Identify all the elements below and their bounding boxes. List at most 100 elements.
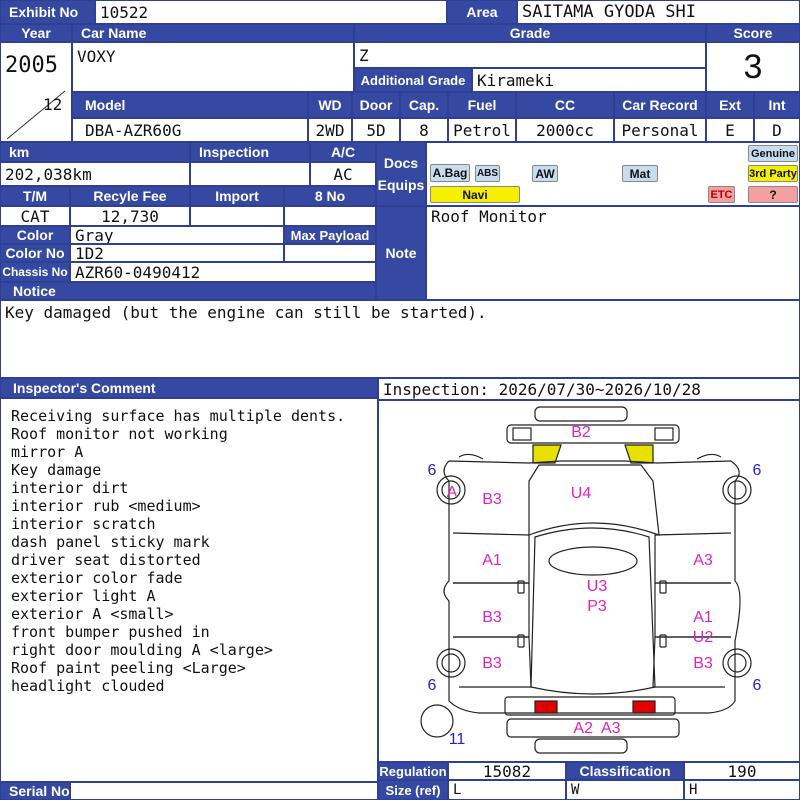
abag-tag: A.Bag [430,164,470,182]
regulation-label: Regulation [378,762,448,780]
comment-line: driver seat distorted [11,551,201,569]
docs-label: Docs [383,155,419,171]
exhibit-no-label: Exhibit No [0,0,95,24]
navi-tag: Navi [430,186,520,203]
tm-value: CAT [0,206,70,226]
grade-label: Grade [354,24,706,42]
ac-label: A/C [310,142,376,162]
spare-tire-tread: 11 [448,731,466,748]
eight-no-value [284,206,376,226]
year-box: 2005 12 [0,42,72,142]
color-value: Gray [70,226,284,244]
chassis-no-label: Chassis No [0,262,70,282]
damage-u2: U2 [692,629,714,646]
damage-b3-quarter-left: B3 [482,655,502,672]
door-label: Door [352,92,400,118]
month-value: 12 [43,95,63,114]
docs-equips-label: Docs Equips [376,142,426,206]
damage-b3-rear-left: B3 [482,609,502,626]
damage-a2-a3: A2 A3 [573,720,621,737]
comment-line: interior scratch [11,515,156,533]
car-name-label: Car Name [72,24,354,42]
area-value: SAITAMA GYODA SHI [517,0,800,24]
area-label: Area [447,0,517,24]
comment-line: exterior light A [11,587,156,605]
tire-tread-front-right: 6 [752,462,762,479]
comment-line: Roof monitor not working [11,425,228,443]
cap-value: 8 [400,118,448,142]
damage-mirror-a: A [446,484,458,501]
recycle-fee-value: 12,730 [70,206,190,226]
damage-p3: P3 [587,598,607,615]
size-label: Size (ref) [378,780,448,800]
tire-tread-rear-left: 6 [427,677,437,694]
damage-u3: U3 [586,578,608,595]
score-value: 3 [706,42,800,92]
color-no-value: 1D2 [70,244,284,262]
additional-grade-value: Kirameki [472,68,706,92]
inspection-period: Inspection: 2026/07/30~2026/10/28 [378,378,800,400]
door-value: 5D [352,118,400,142]
damage-diagram: B2 U4 B3 A A1 A3 U3 P3 B3 A1 U2 B3 B3 A2… [378,400,800,762]
regulation-value: 15082 [448,762,566,780]
import-label: Import [190,186,284,206]
damage-b3-front-left: B3 [482,491,502,508]
score-label: Score [706,24,800,42]
eight-no-label: 8 No [284,186,376,206]
comment-line: Key damage [11,461,102,479]
additional-grade-label: Additional Grade [354,68,472,92]
comment-line: headlight clouded [11,677,165,695]
import-value [190,206,284,226]
damage-a1-right: A1 [693,609,713,626]
tire-tread-rear-right: 6 [752,677,762,694]
comment-line: Receiving surface has multiple dents. [11,407,346,425]
cap-label: Cap. [400,92,448,118]
car-record-label: Car Record [614,92,706,118]
km-label: km [0,142,190,162]
ac-value: AC [310,162,376,186]
ext-value: E [706,118,754,142]
grade-value: Z [354,42,706,68]
comment-line: exterior A <small> [11,605,174,623]
color-label: Color [0,226,70,244]
car-record-value: Personal [614,118,706,142]
ext-label: Ext [706,92,754,118]
aw-tag: AW [532,165,558,182]
car-name-value: VOXY [72,42,354,92]
notice-label: Notice [0,282,376,300]
fuel-label: Fuel [448,92,516,118]
size-w: W [566,780,684,800]
damage-a1-left: A1 [482,552,502,569]
abs-tag: ABS [475,165,500,182]
question-tag: ? [748,186,798,203]
int-label: Int [754,92,800,118]
comment-line: right door moulding A <large> [11,641,273,659]
serial-no-value [70,782,378,800]
inspection-label: Inspection [190,142,310,162]
note-value: Roof Monitor [426,206,800,300]
color-no-label: Color No [0,244,70,262]
model-label: Model [72,92,308,118]
year-label: Year [0,24,72,42]
mat-tag: Mat [622,165,658,182]
damage-b2: B2 [571,424,591,441]
max-payload-label: Max Payload [284,226,376,244]
comment-line: exterior color fade [11,569,183,587]
year-value: 2005 [5,53,58,78]
comment-line: dash panel sticky mark [11,533,210,551]
comment-line: interior dirt [11,479,129,497]
third-party-tag: 3rd Party [748,165,798,182]
wd-value: 2WD [308,118,352,142]
genuine-tag: Genuine [748,145,798,162]
cc-value: 2000cc [516,118,614,142]
recycle-fee-label: Recyle Fee [70,186,190,206]
km-value: 202,038km [0,162,190,186]
exhibit-no-value: 10522 [95,0,447,24]
comment-line: front bumper pushed in [11,623,210,641]
size-l: L [448,780,566,800]
equips-label: Equips [377,177,425,193]
chassis-no-value: AZR60-0490412 [70,262,376,282]
wd-label: WD [308,92,352,118]
damage-u4: U4 [570,485,592,502]
damage-a3-right: A3 [693,552,713,569]
